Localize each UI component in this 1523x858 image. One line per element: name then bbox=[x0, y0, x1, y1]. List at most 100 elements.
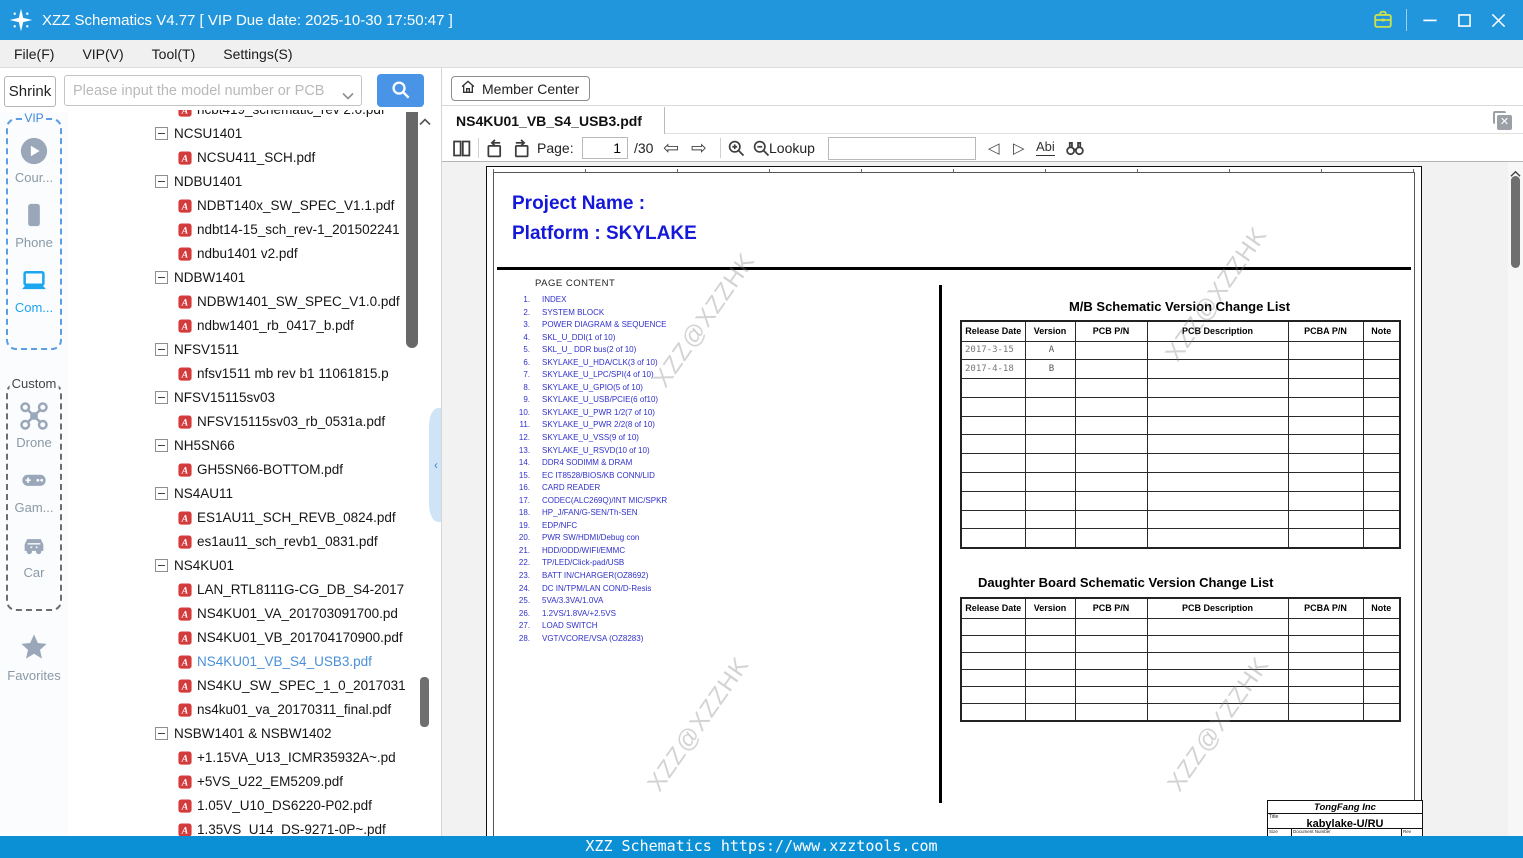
tree-pdf-item[interactable]: A NFSV15115sv03_rb_0531a.pdf bbox=[68, 410, 406, 434]
tree-group-node[interactable]: NDBU1401 bbox=[68, 170, 406, 194]
index-entry[interactable]: 3. POWER DIAGRAM & SEQUENCE bbox=[514, 319, 667, 332]
index-entry[interactable]: 28. VGT/VCORE/VSA (OZ8283) bbox=[514, 633, 667, 646]
sidebar-item-com[interactable]: Com... bbox=[8, 266, 60, 315]
tree-pdf-item[interactable]: A NDBW1401_SW_SPEC_V1.0.pdf bbox=[68, 290, 406, 314]
member-center-button[interactable]: Member Center bbox=[451, 76, 591, 101]
binoculars-search-icon[interactable] bbox=[1064, 138, 1085, 159]
search-input[interactable] bbox=[73, 76, 338, 105]
menu-item-settings[interactable]: Settings(S) bbox=[223, 46, 292, 62]
tree-pdf-item[interactable]: A LAN_RTL8111G-CG_DB_S4-2017 bbox=[68, 578, 406, 602]
collapse-minus-icon[interactable] bbox=[155, 559, 168, 572]
tree-group-node[interactable]: NSBW1401 & NSBW1402 bbox=[68, 722, 406, 746]
next-page-icon[interactable]: ⇨ bbox=[691, 135, 707, 161]
sidebar-item-cour[interactable]: Cour... bbox=[8, 136, 60, 185]
menu-item-vip[interactable]: VIP(V) bbox=[82, 46, 123, 62]
index-entry[interactable]: 1. INDEX bbox=[514, 294, 667, 307]
rotate-left-icon[interactable] bbox=[484, 138, 505, 159]
index-entry[interactable]: 15. EC IT8528/BIOS/KB CONN/LID bbox=[514, 470, 667, 483]
tab-document[interactable]: NS4KU01_VB_S4_USB3.pdf bbox=[442, 107, 665, 134]
tree-pdf-item[interactable]: A NS4KU01_VB_S4_USB3.pdf bbox=[68, 650, 406, 674]
sidebar-item-gam[interactable]: Gam... bbox=[8, 466, 60, 515]
match-case-icon[interactable]: Abi bbox=[1036, 138, 1055, 156]
collapse-minus-icon[interactable] bbox=[155, 271, 168, 284]
vip-briefcase-icon[interactable] bbox=[1372, 9, 1394, 31]
collapse-minus-icon[interactable] bbox=[155, 127, 168, 140]
sidebar-item-car[interactable]: Car bbox=[8, 531, 60, 580]
tree-pdf-item[interactable]: Andbw1401_rb_0417_b.pdf bbox=[68, 314, 406, 338]
index-entry[interactable]: 27. LOAD SWITCH bbox=[514, 620, 667, 633]
chevron-down-icon[interactable] bbox=[342, 87, 354, 105]
tree-pdf-item[interactable]: A NS4KU_SW_SPEC_1_0_20170317 bbox=[68, 674, 406, 698]
tree-group-node[interactable]: NFSV15115sv03 bbox=[68, 386, 406, 410]
index-entry[interactable]: 11. SKYLAKE_U_PWR 2/2(8 of 10) bbox=[514, 419, 667, 432]
tree-group-node[interactable]: NDBW1401 bbox=[68, 266, 406, 290]
collapse-minus-icon[interactable] bbox=[155, 487, 168, 500]
index-entry[interactable]: 8. SKYLAKE_U_GPIO(5 of 10) bbox=[514, 382, 667, 395]
tree-pdf-item[interactable]: A NS4KU01_VB_201704170900.pdf bbox=[68, 626, 406, 650]
index-entry[interactable]: 14. DDR4 SODIMM & DRAM bbox=[514, 457, 667, 470]
tree-pdf-item[interactable]: Andbt14-15_sch_rev-1_201502241 bbox=[68, 218, 406, 242]
close-button[interactable] bbox=[1487, 9, 1509, 31]
close-all-tabs-icon[interactable]: ✕ bbox=[1493, 111, 1512, 130]
tree-pdf-item[interactable]: A ES1AU11_SCH_REVB_0824.pdf bbox=[68, 506, 406, 530]
rotate-right-icon[interactable] bbox=[511, 138, 532, 159]
tree-pdf-item[interactable]: Ancbt419_schematic_rev 2.0.pdf bbox=[68, 110, 406, 122]
menu-item-file[interactable]: File(F) bbox=[14, 46, 54, 62]
pdf-scrollbar[interactable] bbox=[1508, 162, 1523, 836]
tree-pdf-item[interactable]: A NCSU411_SCH.pdf bbox=[68, 146, 406, 170]
index-entry[interactable]: 26. 1.2VS/1.8VA/+2.5VS bbox=[514, 608, 667, 621]
tree-pdf-item[interactable]: Ans4ku01_va_20170311_final.pdf bbox=[68, 698, 406, 722]
collapse-minus-icon[interactable] bbox=[155, 439, 168, 452]
index-entry[interactable]: 25. 5VA/3.3VA/1.0VA bbox=[514, 595, 667, 608]
lookup-input[interactable] bbox=[828, 137, 976, 160]
tree-pdf-item[interactable]: A NDBT140x_SW_SPEC_V1.1.pdf bbox=[68, 194, 406, 218]
sidebar-item-favorites[interactable]: Favorites bbox=[0, 632, 68, 683]
collapse-minus-icon[interactable] bbox=[155, 175, 168, 188]
tree-group-node[interactable]: NH5SN66 bbox=[68, 434, 406, 458]
index-entry[interactable]: 10. SKYLAKE_U_PWR 1/2(7 of 10) bbox=[514, 407, 667, 420]
tree-group-node[interactable]: NS4KU01 bbox=[68, 554, 406, 578]
pdf-scrollbar-thumb[interactable] bbox=[1511, 176, 1520, 268]
sidebar-item-drone[interactable]: Drone bbox=[8, 401, 60, 450]
two-page-view-icon[interactable] bbox=[451, 138, 472, 159]
index-entry[interactable]: 4. SKL_U_DDI(1 of 10) bbox=[514, 332, 667, 345]
panel-scrollbar-thumb[interactable] bbox=[420, 677, 429, 727]
tree-pdf-item[interactable]: Aes1au11_sch_revb1_0831.pdf bbox=[68, 530, 406, 554]
tree-pdf-item[interactable]: A GH5SN66-BOTTOM.pdf bbox=[68, 458, 406, 482]
find-next-icon[interactable]: ▷ bbox=[1013, 135, 1025, 161]
tree-group-node[interactable]: NS4AU11 bbox=[68, 482, 406, 506]
index-entry[interactable]: 23. BATT IN/CHARGER(OZ8692) bbox=[514, 570, 667, 583]
index-entry[interactable]: 19. EDP/NFC bbox=[514, 520, 667, 533]
index-entry[interactable]: 13. SKYLAKE_U_RSVD(10 of 10) bbox=[514, 445, 667, 458]
index-entry[interactable]: 22. TP/LED/Click-pad/USB bbox=[514, 557, 667, 570]
collapse-minus-icon[interactable] bbox=[155, 343, 168, 356]
zoom-in-icon[interactable] bbox=[726, 138, 747, 159]
tree-pdf-item[interactable]: A 1.35VS_U14_DS-9271-0P~.pdf bbox=[68, 818, 406, 836]
index-entry[interactable]: 6. SKYLAKE_U_HDA/CLK(3 of 10) bbox=[514, 357, 667, 370]
tree-scrollbar-thumb[interactable] bbox=[406, 112, 418, 348]
index-entry[interactable]: 2. SYSTEM BLOCK bbox=[514, 307, 667, 320]
menu-item-tool[interactable]: Tool(T) bbox=[152, 46, 196, 62]
index-entry[interactable]: 24. DC IN/TPM/LAN CON/D-Resis bbox=[514, 583, 667, 596]
index-entry[interactable]: 12. SKYLAKE_U_VSS(9 of 10) bbox=[514, 432, 667, 445]
index-entry[interactable]: 20. PWR SW/HDMI/Debug con bbox=[514, 532, 667, 545]
minimize-button[interactable] bbox=[1419, 9, 1441, 31]
tree-pdf-item[interactable]: A +5VS_U22_EM5209.pdf bbox=[68, 770, 406, 794]
index-entry[interactable]: 17. CODEC(ALC269Q)/INT MIC/SPKR bbox=[514, 495, 667, 508]
scroll-up-icon[interactable] bbox=[419, 113, 432, 126]
tree-pdf-item[interactable]: Andbu1401 v2.pdf bbox=[68, 242, 406, 266]
maximize-button[interactable] bbox=[1453, 9, 1475, 31]
index-entry[interactable]: 16. CARD READER bbox=[514, 482, 667, 495]
search-button[interactable] bbox=[377, 74, 424, 107]
collapse-minus-icon[interactable] bbox=[155, 727, 168, 740]
tree-pdf-item[interactable]: A 1.05V_U10_DS6220-P02.pdf bbox=[68, 794, 406, 818]
page-number-input[interactable] bbox=[582, 137, 628, 159]
tree-group-node[interactable]: NFSV1511 bbox=[68, 338, 406, 362]
index-entry[interactable]: 7. SKYLAKE_U_LPC/SPI(4 of 10) bbox=[514, 369, 667, 382]
index-entry[interactable]: 9. SKYLAKE_U_USB/PCIE(6 of10) bbox=[514, 394, 667, 407]
tree-pdf-item[interactable]: A +1.15VA_U13_ICMR35932A~.pd bbox=[68, 746, 406, 770]
previous-page-icon[interactable]: ⇦ bbox=[663, 135, 679, 161]
sidebar-item-phone[interactable]: Phone bbox=[8, 201, 60, 250]
tree-pdf-item[interactable]: A NS4KU01_VA_201703091700.pd bbox=[68, 602, 406, 626]
tree-group-node[interactable]: NCSU1401 bbox=[68, 122, 406, 146]
